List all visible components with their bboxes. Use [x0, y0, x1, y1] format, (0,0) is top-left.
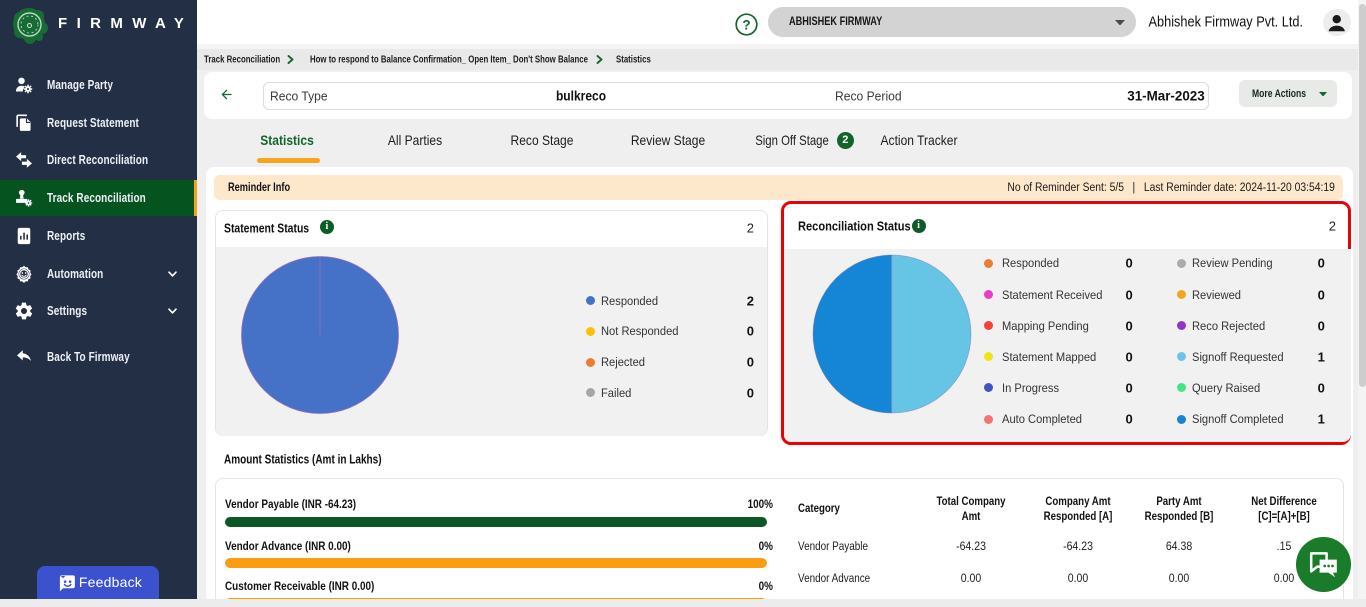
- svg-text:?: ?: [742, 17, 750, 32]
